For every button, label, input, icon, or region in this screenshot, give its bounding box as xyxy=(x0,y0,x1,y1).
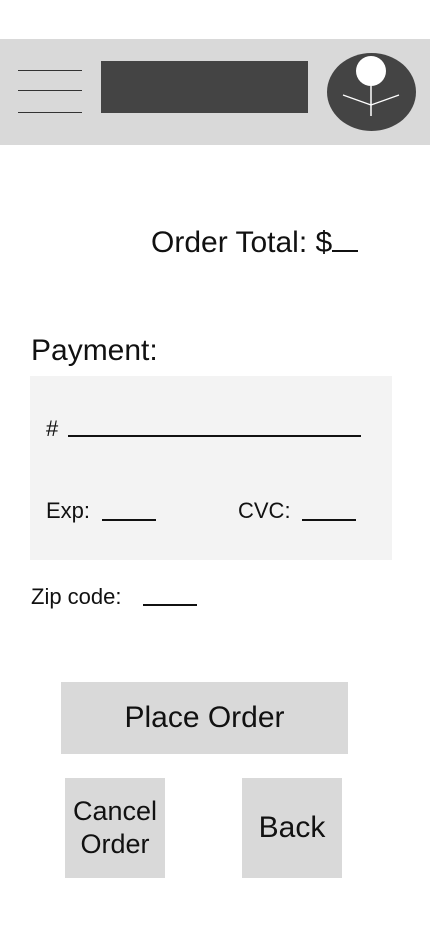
card-number-field[interactable] xyxy=(68,435,361,437)
cvc-field[interactable] xyxy=(302,519,356,521)
place-order-button[interactable]: Place Order xyxy=(61,682,348,754)
menu-bar-middle xyxy=(18,90,82,91)
payment-card-box: # Exp: CVC: xyxy=(30,376,392,560)
zip-code-field[interactable] xyxy=(143,604,197,606)
order-total: Order Total: $ xyxy=(151,226,359,260)
logo-placeholder xyxy=(101,61,308,113)
exp-field[interactable] xyxy=(102,519,156,521)
menu-bar-top xyxy=(18,70,82,71)
menu-bar-bottom xyxy=(18,112,82,113)
avatar-figure-icon xyxy=(342,56,400,116)
back-button[interactable]: Back xyxy=(242,778,342,878)
cancel-order-label-line2: Order xyxy=(80,829,150,859)
app-header xyxy=(0,39,430,145)
payment-heading: Payment: xyxy=(31,334,158,367)
card-number-label: # xyxy=(46,416,59,441)
cancel-order-button[interactable]: Cancel Order xyxy=(65,778,165,878)
hamburger-menu-icon[interactable] xyxy=(18,69,82,113)
order-total-label: Order Total: $ xyxy=(151,226,333,259)
exp-label: Exp: xyxy=(46,498,91,523)
zip-code-label: Zip code: xyxy=(31,584,122,609)
cvc-label: CVC: xyxy=(238,498,291,523)
cancel-order-label-line1: Cancel xyxy=(72,796,158,826)
user-avatar-icon[interactable] xyxy=(327,53,416,131)
order-total-value-blank xyxy=(332,228,359,252)
